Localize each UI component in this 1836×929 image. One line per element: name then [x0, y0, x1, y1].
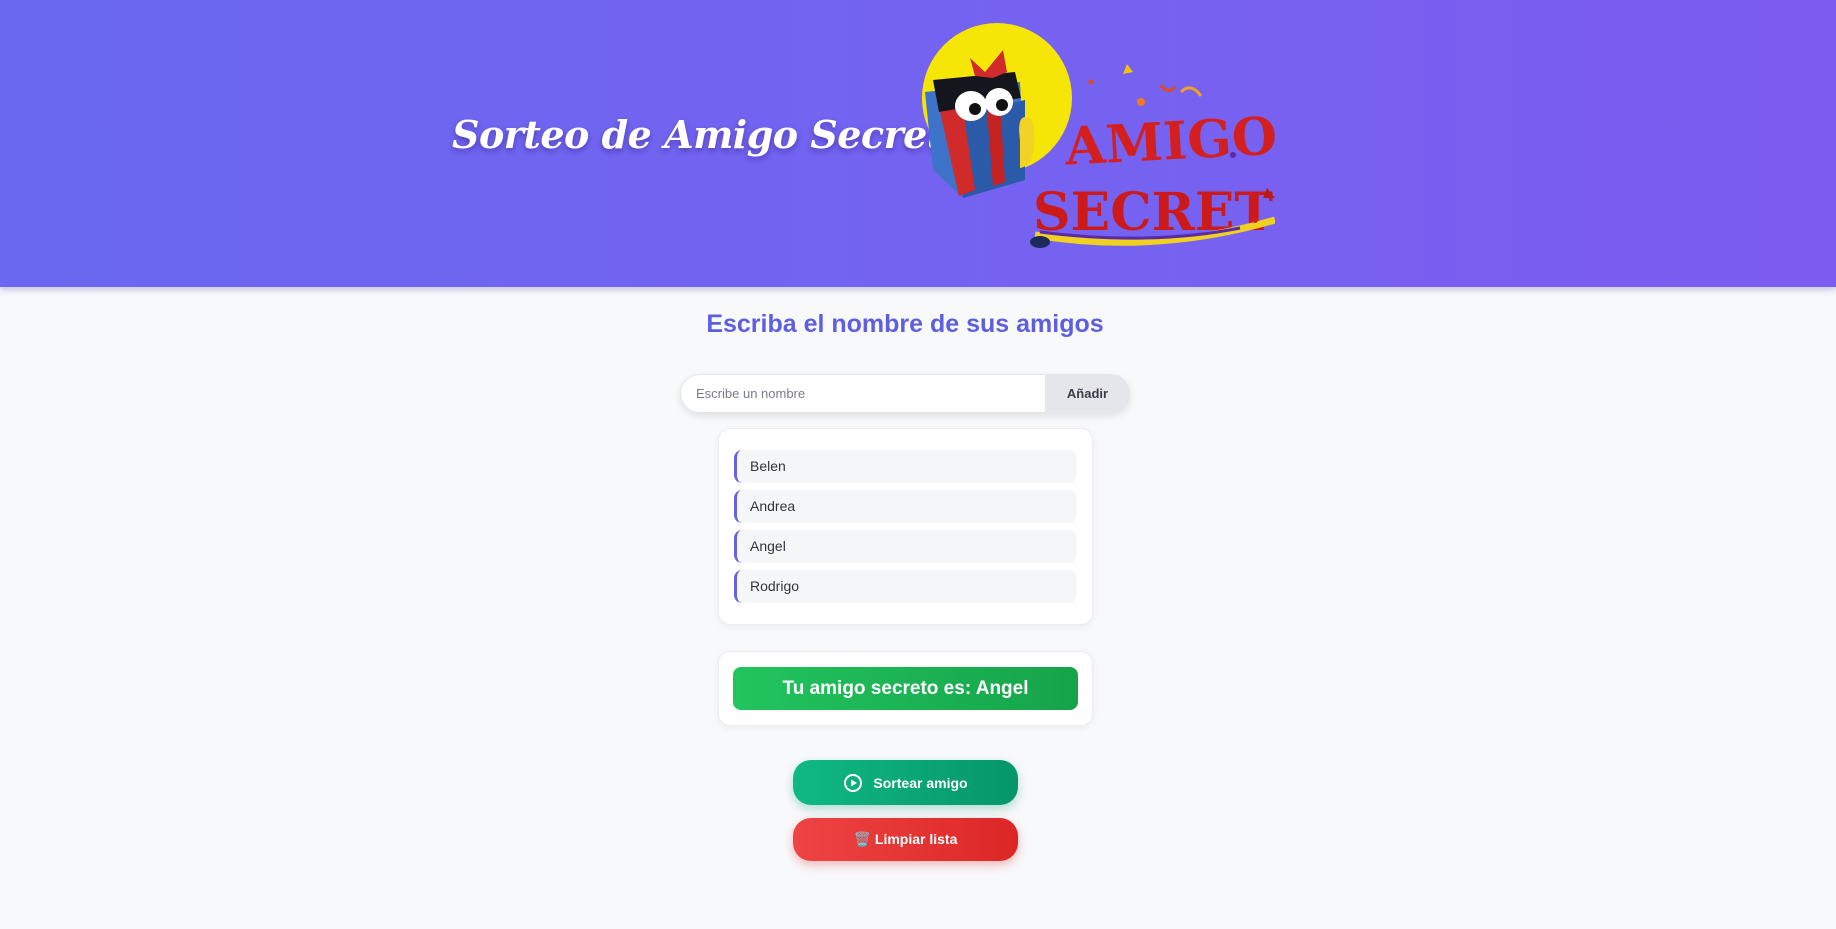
list-item: Andrea	[734, 490, 1077, 523]
add-friend-form: Añadir	[680, 374, 1130, 413]
draw-friend-button[interactable]: Sortear amigo	[793, 760, 1018, 805]
friends-list: Belen Andrea Angel Rodrigo	[718, 428, 1093, 625]
clear-button-label: 🗑️ Limpiar lista	[853, 831, 958, 847]
list-item: Angel	[734, 530, 1077, 563]
section-heading: Escriba el nombre de sus amigos	[706, 310, 1104, 338]
amigo-secreto-logo: AMIGO SECRETO	[922, 23, 1275, 248]
page-header: Sorteo de Amigo Secreto AMIGO SECRETO	[0, 0, 1836, 287]
draw-button-label: Sortear amigo	[873, 774, 968, 791]
logo-word-amigo: AMIGO	[1063, 106, 1275, 178]
clear-list-button[interactable]: 🗑️ Limpiar lista	[793, 818, 1018, 861]
add-button[interactable]: Añadir	[1045, 374, 1130, 413]
page-title: Sorteo de Amigo Secreto	[452, 112, 969, 157]
list-item: Belen	[734, 450, 1077, 483]
friend-name-input[interactable]	[680, 374, 1045, 413]
list-item: Rodrigo	[734, 570, 1077, 603]
result-banner: Tu amigo secreto es: Angel	[733, 667, 1078, 710]
play-circle-icon	[843, 773, 863, 793]
result-card: Tu amigo secreto es: Angel	[718, 651, 1093, 726]
